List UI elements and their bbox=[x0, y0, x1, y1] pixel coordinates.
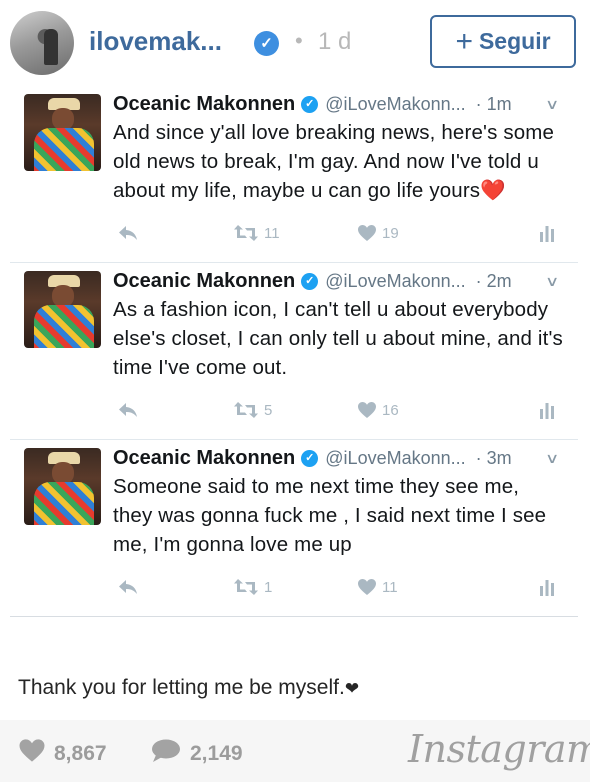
username[interactable]: ilovemak... bbox=[89, 26, 222, 57]
tweet-actions: 5 16 bbox=[115, 401, 565, 425]
post-footer: 8,867 2,149 Instagram bbox=[0, 720, 590, 782]
retweet-button[interactable]: 11 bbox=[233, 224, 280, 242]
verified-badge-icon: ✓ bbox=[301, 272, 319, 290]
tweet-avatar[interactable] bbox=[24, 448, 101, 525]
like-count: 11 bbox=[382, 578, 398, 596]
post-time: 1 d bbox=[318, 28, 352, 55]
caption-text: Thank you for letting me be myself. bbox=[18, 676, 345, 699]
retweet-icon bbox=[233, 401, 259, 419]
verified-badge-icon: ✓ bbox=[301, 95, 319, 113]
chevron-down-icon[interactable]: ∨ bbox=[545, 450, 559, 467]
like-button[interactable]: 16 bbox=[357, 401, 399, 419]
tweet-time: · 2m bbox=[475, 270, 512, 291]
tweet-text: As a fashion icon, I can't tell u about … bbox=[113, 298, 563, 379]
reply-icon bbox=[117, 224, 139, 242]
reply-button[interactable] bbox=[117, 578, 139, 596]
tweet: Oceanic Makonnen ✓ @iLoveMakonn... · 1m … bbox=[10, 86, 578, 263]
likes-count: 8,867 bbox=[54, 741, 107, 765]
comments-count: 2,149 bbox=[190, 742, 243, 765]
tweet-avatar[interactable] bbox=[24, 94, 101, 171]
follow-button[interactable]: + Seguir bbox=[430, 15, 576, 68]
verified-badge-icon: ✓ bbox=[301, 449, 319, 467]
tweet-handle[interactable]: @iLoveMakonn... bbox=[325, 448, 465, 469]
retweet-count: 1 bbox=[264, 578, 273, 596]
reply-icon bbox=[117, 401, 139, 419]
red-heart-emoji: ❤️ bbox=[480, 179, 506, 202]
tweet-header: Oceanic Makonnen ✓ @iLoveMakonn... · 1m … bbox=[113, 91, 565, 117]
instagram-logo: Instagram bbox=[408, 727, 590, 771]
heart-icon bbox=[357, 224, 377, 242]
tweet-text: Someone said to me next time they see me… bbox=[113, 475, 547, 556]
analytics-icon bbox=[539, 224, 555, 242]
tweet-author-name[interactable]: Oceanic Makonnen bbox=[113, 270, 295, 293]
reply-button[interactable] bbox=[117, 401, 139, 419]
retweet-count: 5 bbox=[264, 401, 273, 419]
retweet-icon bbox=[233, 224, 259, 242]
plus-icon: + bbox=[455, 24, 473, 58]
retweet-icon bbox=[233, 578, 259, 596]
retweet-count: 11 bbox=[264, 224, 280, 242]
tweet: Oceanic Makonnen ✓ @iLoveMakonn... · 3m … bbox=[10, 440, 578, 617]
tweet: Oceanic Makonnen ✓ @iLoveMakonn... · 2m … bbox=[10, 263, 578, 440]
heart-emoji: ❤ bbox=[344, 679, 360, 698]
heart-icon bbox=[357, 578, 377, 596]
reply-icon bbox=[117, 578, 139, 596]
post-header: ilovemak... ✓ • 1 d + Seguir bbox=[0, 0, 590, 86]
profile-avatar[interactable] bbox=[10, 11, 74, 75]
like-button[interactable]: 11 bbox=[357, 578, 398, 596]
like-count: 19 bbox=[382, 224, 399, 242]
post-caption: Thank you for letting me be myself.❤ bbox=[18, 676, 359, 700]
like-count: 16 bbox=[382, 401, 399, 419]
tweet-header: Oceanic Makonnen ✓ @iLoveMakonn... · 2m … bbox=[113, 268, 565, 294]
tweet-time: · 3m bbox=[475, 447, 512, 468]
analytics-button[interactable] bbox=[539, 401, 555, 419]
heart-icon bbox=[18, 738, 46, 769]
analytics-icon bbox=[539, 578, 555, 596]
tweet-author-name[interactable]: Oceanic Makonnen bbox=[113, 447, 295, 470]
likes-stat[interactable]: 8,867 bbox=[18, 738, 107, 769]
retweet-button[interactable]: 5 bbox=[233, 401, 272, 419]
tweet-time: · 1m bbox=[475, 93, 512, 114]
like-button[interactable]: 19 bbox=[357, 224, 399, 242]
verified-badge-icon: ✓ bbox=[254, 31, 279, 56]
heart-icon bbox=[357, 401, 377, 419]
tweet-actions: 11 19 bbox=[115, 224, 565, 248]
tweet-handle[interactable]: @iLoveMakonn... bbox=[325, 271, 465, 292]
tweet-author-name[interactable]: Oceanic Makonnen bbox=[113, 93, 295, 116]
tweet-list: Oceanic Makonnen ✓ @iLoveMakonn... · 1m … bbox=[10, 86, 578, 617]
analytics-icon bbox=[539, 401, 555, 419]
comments-stat[interactable]: 2,149 bbox=[150, 738, 243, 770]
chevron-down-icon[interactable]: ∨ bbox=[545, 96, 559, 113]
tweet-handle[interactable]: @iLoveMakonn... bbox=[325, 94, 465, 115]
follow-button-label: Seguir bbox=[478, 28, 551, 54]
tweet-text: And since y'all love breaking news, here… bbox=[113, 121, 555, 202]
tweet-avatar[interactable] bbox=[24, 271, 101, 348]
tweet-actions: 1 11 bbox=[115, 578, 565, 602]
comment-bubble-icon bbox=[150, 738, 182, 770]
chevron-down-icon[interactable]: ∨ bbox=[545, 273, 559, 290]
analytics-button[interactable] bbox=[539, 224, 555, 242]
analytics-button[interactable] bbox=[539, 578, 555, 596]
tweet-header: Oceanic Makonnen ✓ @iLoveMakonn... · 3m … bbox=[113, 445, 565, 471]
separator-dot: • bbox=[295, 28, 303, 53]
retweet-button[interactable]: 1 bbox=[233, 578, 272, 596]
reply-button[interactable] bbox=[117, 224, 139, 242]
